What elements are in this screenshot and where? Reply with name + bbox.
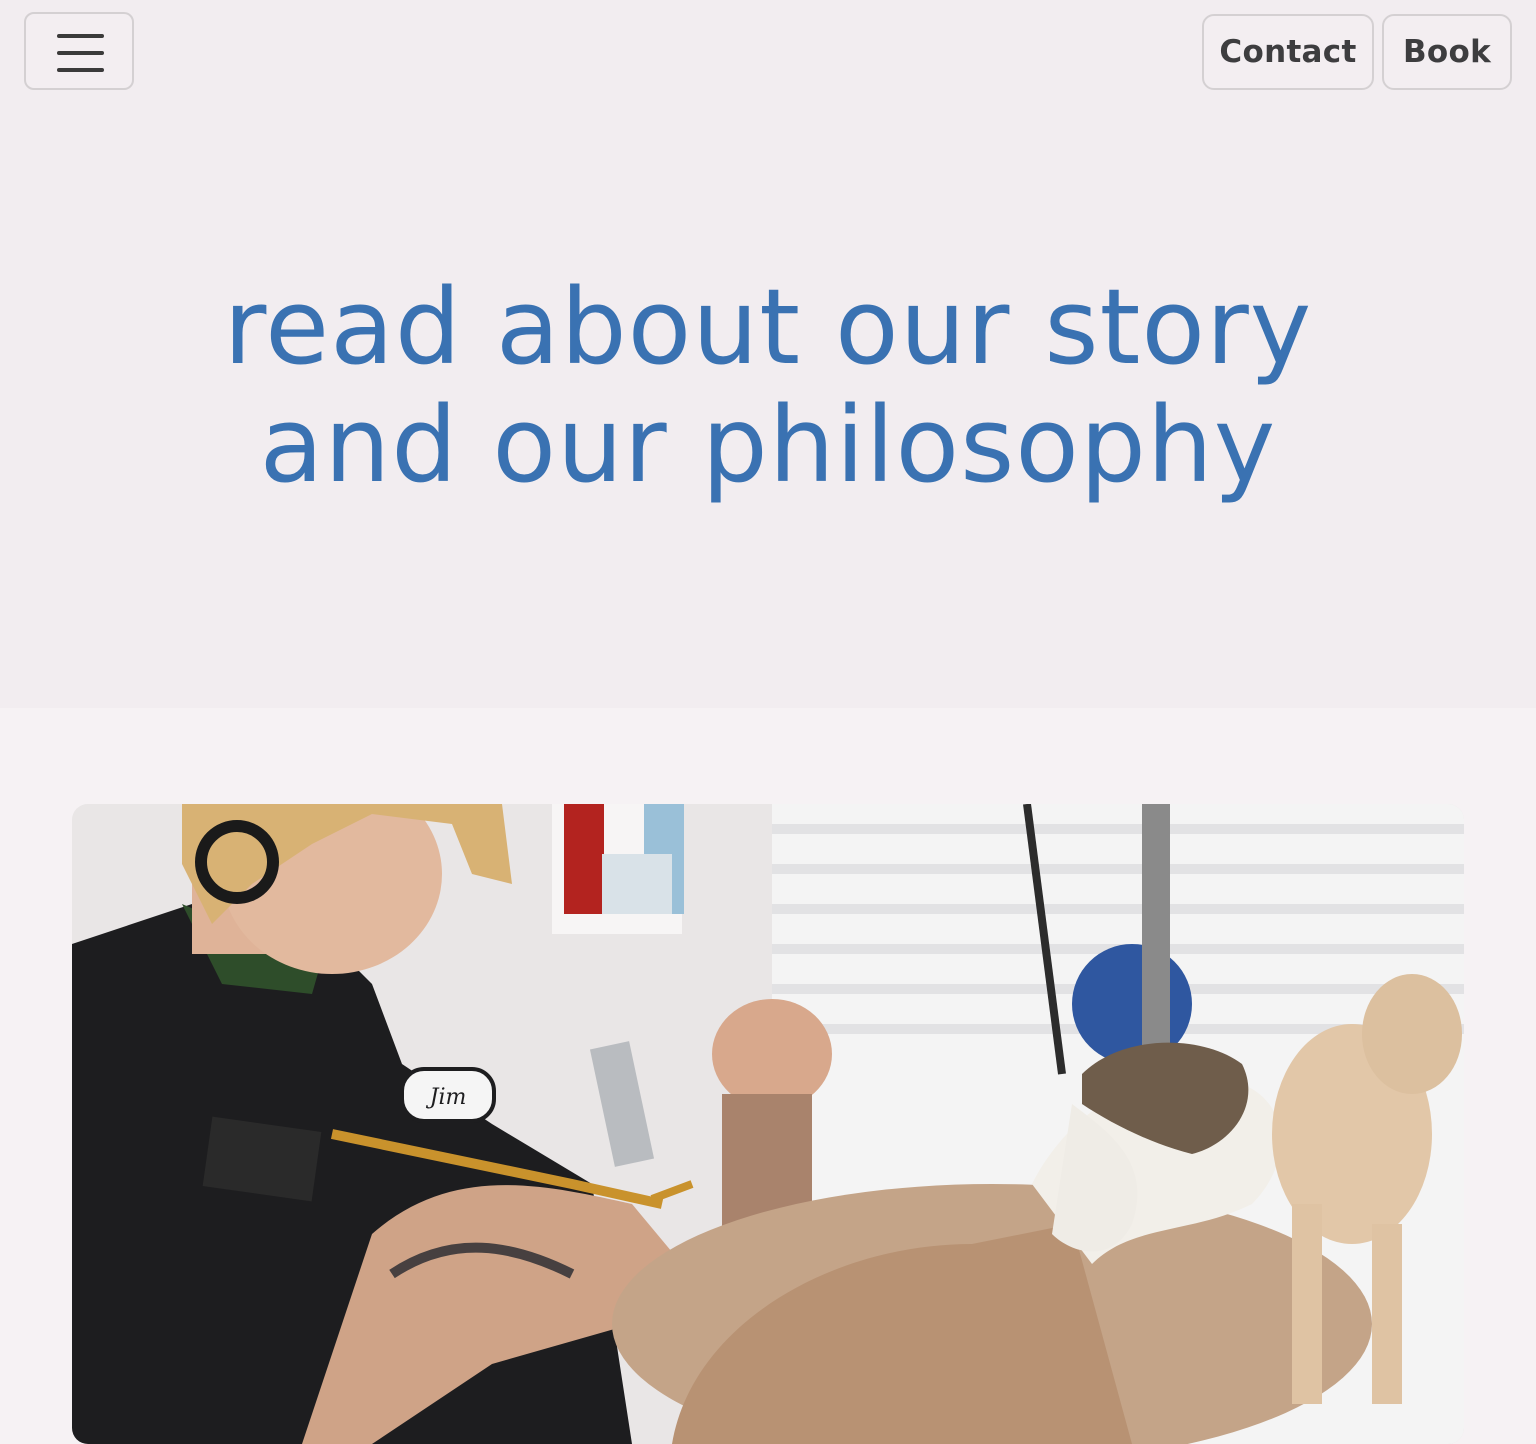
hamburger-menu-icon-bar <box>57 68 104 72</box>
groomer-photo: Jim <box>72 804 1464 1444</box>
menu-button[interactable] <box>24 12 134 90</box>
name-patch-text: Jim <box>426 1085 467 1110</box>
book-button[interactable]: Book <box>1382 14 1512 90</box>
contact-button[interactable]: Contact <box>1202 14 1374 90</box>
page-title-line-2: and our philosophy <box>259 384 1277 506</box>
hamburger-menu-icon <box>57 34 104 38</box>
groomer-photo-illustration: Jim <box>72 804 1464 1444</box>
page-title: read about our story and our philosophy <box>0 268 1536 504</box>
page-title-line-1: read about our story <box>223 266 1313 388</box>
hamburger-menu-icon-bar <box>57 51 104 55</box>
hero-section: Contact Book read about our story and ou… <box>0 0 1536 708</box>
